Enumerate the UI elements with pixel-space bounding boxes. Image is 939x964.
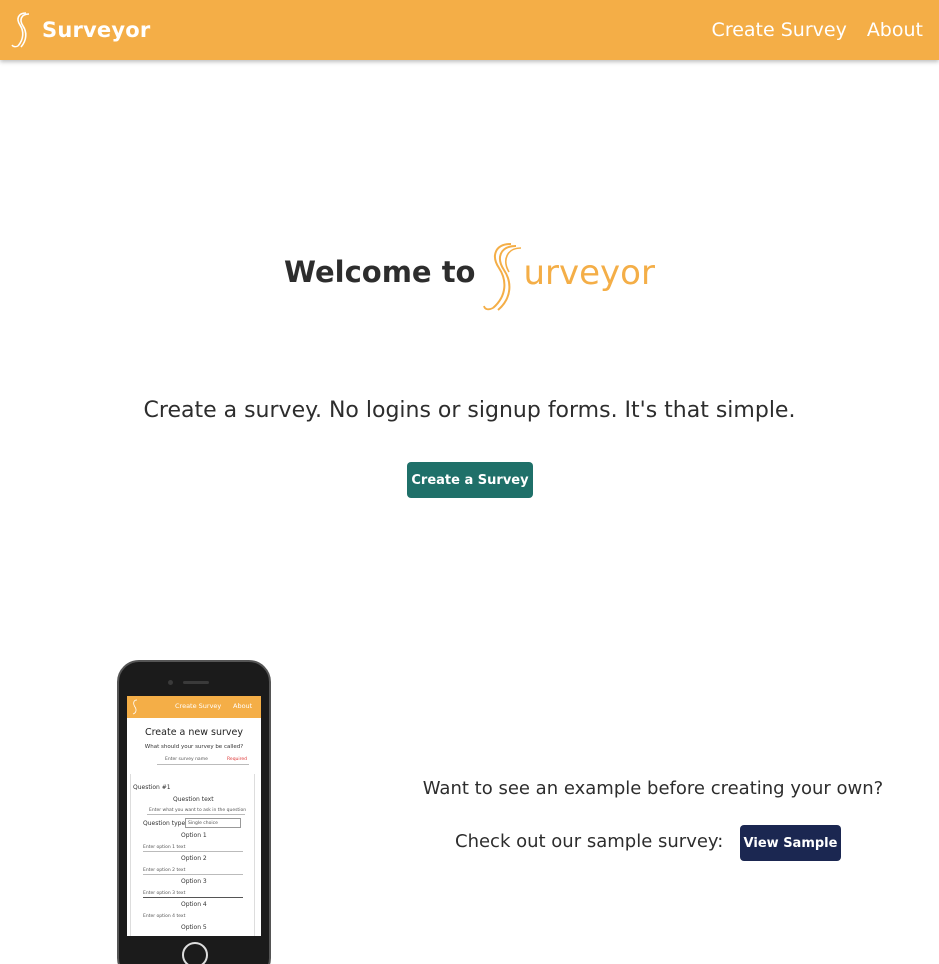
mockup-divider bbox=[157, 764, 249, 765]
mockup-option-placeholder: Enter option 1 text bbox=[143, 845, 186, 850]
create-survey-button[interactable]: Create a Survey bbox=[407, 462, 533, 498]
brand-name: Surveyor bbox=[42, 18, 151, 42]
mockup-option-label: Option 2 bbox=[181, 855, 207, 862]
phone-camera bbox=[168, 680, 173, 685]
phone-home-button bbox=[182, 942, 208, 964]
sample-prompt: Check out our sample survey: bbox=[455, 831, 724, 852]
nav-links: Create Survey About bbox=[692, 0, 923, 60]
surveyor-s-logo-icon bbox=[483, 243, 522, 311]
mockup-option-label: Option 1 bbox=[181, 832, 207, 839]
mockup-nav-about: About bbox=[233, 702, 253, 710]
mockup-name-placeholder: Enter survey name bbox=[165, 757, 208, 762]
mockup-divider bbox=[143, 874, 243, 875]
mockup-question-type-label: Question type bbox=[143, 820, 186, 827]
surveyor-logo-icon bbox=[11, 12, 30, 48]
mockup-type-value: Single choice bbox=[188, 821, 218, 826]
mockup-option-placeholder: Enter option 2 text bbox=[143, 868, 186, 873]
mockup-navbar: Create Survey About bbox=[127, 696, 261, 718]
mockup-title: Create a new survey bbox=[144, 727, 244, 738]
mockup-option-label: Option 3 bbox=[181, 878, 207, 885]
view-sample-button[interactable]: View Sample bbox=[740, 825, 841, 861]
mockup-option-placeholder: Enter option 3 text bbox=[143, 891, 186, 896]
mockup-option-placeholder: Enter option 4 text bbox=[143, 914, 186, 919]
mockup-divider bbox=[143, 897, 243, 898]
mockup-divider bbox=[143, 851, 243, 852]
hero-heading: Welcome to urveyor bbox=[0, 236, 939, 316]
phone-speaker bbox=[183, 681, 209, 684]
navbar: Surveyor Create Survey About bbox=[0, 0, 939, 60]
mockup-required: Required bbox=[227, 757, 248, 762]
nav-create-survey-link[interactable]: Create Survey bbox=[712, 19, 847, 41]
mockup-logo-icon bbox=[132, 699, 138, 715]
mockup-option-label: Option 5 bbox=[181, 924, 207, 931]
example-question: Want to see an example before creating y… bbox=[422, 778, 884, 799]
phone-mockup: Create Survey About Create a new survey … bbox=[117, 660, 271, 964]
mockup-option-label: Option 4 bbox=[181, 901, 207, 908]
mockup-question-header: Question #1 bbox=[133, 784, 171, 791]
brand-link[interactable]: Surveyor bbox=[10, 10, 150, 50]
welcome-text: Welcome to bbox=[284, 255, 476, 289]
mockup-question-placeholder: Enter what you want to ask in the questi… bbox=[149, 808, 247, 813]
tagline: Create a survey. No logins or signup for… bbox=[143, 398, 796, 423]
mockup-divider bbox=[147, 814, 245, 815]
mockup-subtitle: What should your survey be called? bbox=[144, 744, 244, 750]
mockup-question-text-label: Question text bbox=[173, 796, 214, 803]
phone-screen: Create Survey About Create a new survey … bbox=[127, 696, 261, 936]
brand-wordmark: urveyor bbox=[523, 253, 655, 293]
mockup-nav-create: Create Survey bbox=[175, 702, 222, 710]
nav-about-link[interactable]: About bbox=[867, 19, 923, 41]
